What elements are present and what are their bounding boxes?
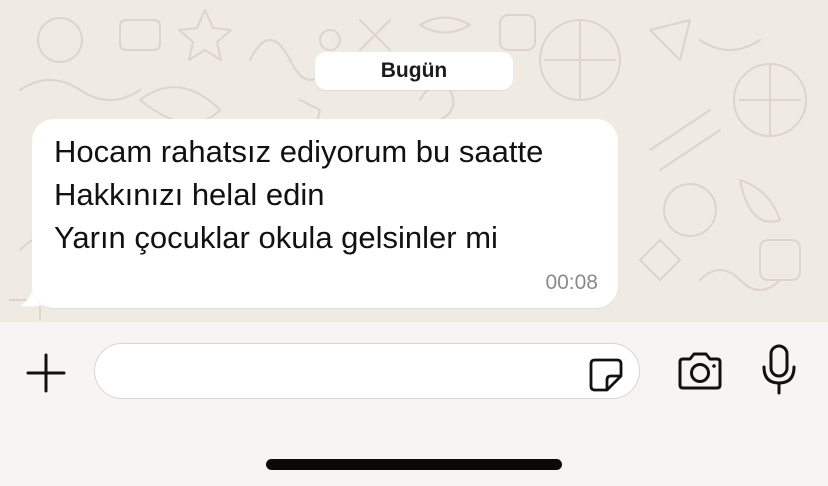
camera-icon [678, 352, 722, 390]
message-line-3: Yarın çocuklar okula gelsinler mi [54, 220, 498, 255]
attach-button[interactable] [22, 349, 70, 397]
message-input[interactable] [113, 344, 577, 399]
chat-area: Bugün Hocam rahatsız ediyorum bu saatte … [0, 0, 828, 322]
sticker-button[interactable] [587, 356, 623, 392]
home-indicator[interactable] [266, 459, 562, 470]
voice-message-button[interactable] [756, 342, 802, 398]
microphone-icon [762, 344, 796, 395]
message-line-2: Hakkınızı helal edin [54, 177, 325, 212]
message-line-1: Hocam rahatsız ediyorum bu saatte [54, 134, 544, 169]
message-timestamp: 00:08 [545, 271, 598, 294]
sticker-icon [589, 358, 623, 392]
incoming-message-bubble[interactable]: Hocam rahatsız ediyorum bu saatte Hakkın… [32, 119, 618, 308]
plus-icon [26, 353, 66, 393]
camera-button[interactable] [672, 347, 728, 395]
date-chip: Bugün [315, 52, 513, 90]
message-input-field[interactable] [94, 343, 640, 399]
date-label: Bugün [380, 59, 448, 82]
